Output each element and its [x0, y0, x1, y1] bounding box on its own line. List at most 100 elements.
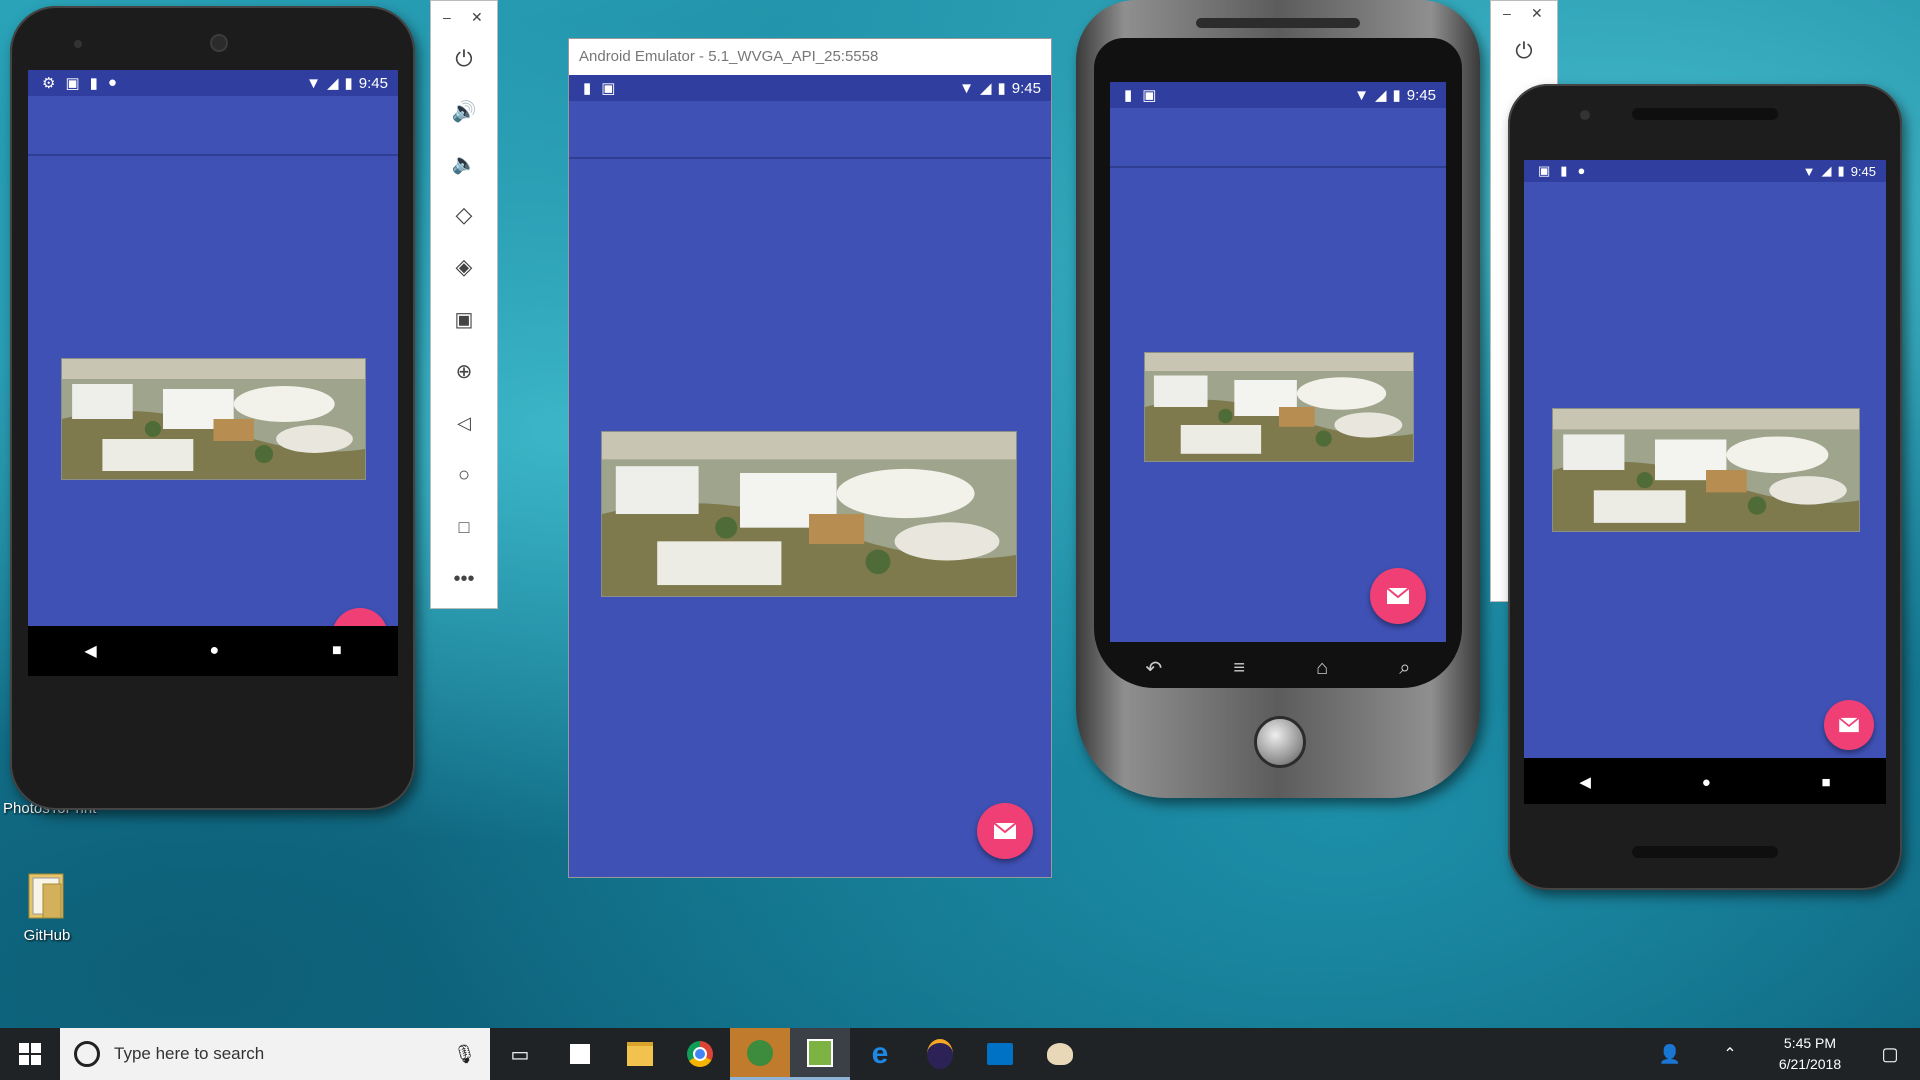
- taskbar: Type here to search 🎙 ▭ e 👤 ⌃ 5:45 PM 6/…: [0, 1028, 1920, 1080]
- campus-photo: [1144, 352, 1414, 462]
- screen: ⚙ ▣ ▮ ● ▼ ◢ ▮ 9:45 ◀ ● ■: [28, 70, 398, 676]
- window-title: Android Emulator - 5.1_WVGA_API_25:5558: [579, 48, 879, 65]
- search-placeholder: Type here to search: [114, 1044, 265, 1063]
- screen: ▣ ▮ ● ▼ ◢ ▮ 9:45: [1524, 160, 1886, 760]
- clock-time: 5:45 PM: [1783, 1035, 1837, 1051]
- wifi-icon: ▼: [1802, 163, 1816, 179]
- eclipse-icon[interactable]: [910, 1028, 970, 1080]
- windows-icon: [19, 1043, 41, 1065]
- home-icon[interactable]: ●: [209, 642, 219, 660]
- power-icon[interactable]: ⏻: [1491, 31, 1557, 71]
- sdcard-icon: ▮: [89, 75, 98, 92]
- emulator-pixel: ▣ ▮ ● ▼ ◢ ▮ 9:45 ◀ ● ■: [1508, 84, 1902, 890]
- sticky-notes-icon[interactable]: [550, 1028, 610, 1080]
- back-icon[interactable]: ◀: [1579, 773, 1591, 791]
- start-button[interactable]: [0, 1028, 60, 1080]
- campus-photo: [1552, 408, 1860, 532]
- power-icon[interactable]: ⏻: [431, 39, 497, 79]
- battery-icon: ▮: [1392, 87, 1401, 104]
- chevron-up-icon[interactable]: ⌃: [1700, 1028, 1760, 1080]
- task-view-icon[interactable]: ▭: [490, 1028, 550, 1080]
- emulator-icon[interactable]: [790, 1028, 850, 1080]
- chrome-icon[interactable]: [670, 1028, 730, 1080]
- back-icon[interactable]: ↶: [1146, 656, 1163, 681]
- status-time: 9:45: [1850, 163, 1876, 179]
- action-center-icon[interactable]: ▢: [1860, 1028, 1920, 1080]
- wifi-icon: ▼: [959, 79, 974, 97]
- home-icon[interactable]: ○: [431, 455, 497, 495]
- nav-bar: ◀ ● ■: [1524, 760, 1886, 804]
- volume-up-icon[interactable]: 🔊: [431, 91, 497, 131]
- email-fab[interactable]: [977, 803, 1033, 859]
- clock-date: 6/21/2018: [1778, 1056, 1842, 1072]
- hardware-keys: ↶ ≡ ⌂ ⌕: [1110, 646, 1446, 690]
- home-icon[interactable]: ●: [1702, 774, 1711, 791]
- sdcard-icon: ▮: [1124, 87, 1133, 104]
- keyboard-icon: ▣: [601, 80, 616, 97]
- menu-icon[interactable]: ≡: [1233, 657, 1245, 680]
- paint-icon[interactable]: [1030, 1028, 1090, 1080]
- email-fab[interactable]: [1824, 700, 1874, 750]
- more-icon[interactable]: •••: [431, 559, 497, 599]
- minimize-icon[interactable]: –: [1503, 5, 1511, 21]
- envelope-icon: [1838, 717, 1860, 733]
- file-explorer-icon[interactable]: [610, 1028, 670, 1080]
- keyboard-icon: ▣: [65, 75, 80, 92]
- edge-icon[interactable]: e: [850, 1028, 910, 1080]
- status-time: 9:45: [1406, 86, 1436, 104]
- signal-icon: ◢: [979, 80, 992, 97]
- overview-icon[interactable]: □: [431, 507, 497, 547]
- search-box[interactable]: Type here to search 🎙: [60, 1028, 490, 1080]
- screen: ▮ ▣ ▼ ◢ ▮ 9:45: [1110, 82, 1446, 642]
- desktop-icon-label: GitHub: [23, 927, 71, 944]
- recents-icon[interactable]: ■: [332, 642, 342, 660]
- volume-down-icon[interactable]: 🔈: [431, 143, 497, 183]
- keyboard-icon: ▣: [1142, 87, 1157, 104]
- minimize-icon[interactable]: –: [443, 9, 451, 25]
- signal-icon: ◢: [326, 75, 339, 92]
- wifi-icon: ▼: [1354, 86, 1369, 104]
- sdcard-icon: ▮: [1560, 163, 1568, 178]
- android-studio-icon[interactable]: [730, 1028, 790, 1080]
- trackball[interactable]: [1254, 716, 1306, 768]
- speaker-top: [1632, 108, 1778, 120]
- back-icon[interactable]: ◀: [84, 641, 96, 661]
- earpiece: [210, 34, 228, 52]
- earpiece: [1196, 18, 1360, 28]
- screen: ▮ ▣ ▼ ◢ ▮ 9:45: [569, 75, 1051, 877]
- rotate-left-icon[interactable]: ◇: [431, 195, 497, 235]
- envelope-icon: [1386, 587, 1410, 604]
- envelope-icon: [993, 822, 1017, 839]
- search-icon[interactable]: ⌕: [1399, 657, 1410, 680]
- close-icon[interactable]: ✕: [471, 9, 483, 26]
- desktop-icon-github[interactable]: GitHub: [12, 870, 82, 952]
- status-time: 9:45: [1011, 79, 1041, 97]
- rotate-right-icon[interactable]: ◈: [431, 247, 497, 287]
- circle-icon: ●: [107, 74, 117, 91]
- people-icon[interactable]: 👤: [1640, 1028, 1700, 1080]
- campus-photo: [61, 358, 366, 480]
- microphone-icon[interactable]: 🎙: [453, 1044, 476, 1065]
- emulator-nexus5: ⚙ ▣ ▮ ● ▼ ◢ ▮ 9:45 ◀ ● ■: [10, 6, 415, 810]
- recents-icon[interactable]: ■: [1822, 774, 1831, 791]
- signal-icon: ◢: [1821, 163, 1832, 178]
- camera-icon[interactable]: ▣: [431, 299, 497, 339]
- camera: [74, 40, 82, 48]
- folder-icon: [28, 873, 64, 919]
- back-icon[interactable]: ◁: [431, 403, 497, 443]
- close-icon[interactable]: ✕: [1531, 5, 1543, 22]
- home-icon[interactable]: ⌂: [1316, 657, 1328, 680]
- keyboard-icon: ▣: [1538, 163, 1551, 178]
- status-time: 9:45: [358, 74, 388, 92]
- email-fab[interactable]: [1370, 568, 1426, 624]
- clock[interactable]: 5:45 PM 6/21/2018: [1760, 1033, 1860, 1075]
- cortana-icon: [74, 1041, 100, 1067]
- battery-icon: ▮: [344, 75, 353, 92]
- sdcard-icon: ▮: [583, 80, 592, 97]
- camera: [1580, 110, 1590, 120]
- signal-icon: ◢: [1374, 87, 1387, 104]
- outlook-icon[interactable]: [970, 1028, 1030, 1080]
- circle-icon: ●: [1577, 163, 1586, 178]
- zoom-icon[interactable]: ⊕: [431, 351, 497, 391]
- emulator-window-wvga: Android Emulator - 5.1_WVGA_API_25:5558 …: [568, 38, 1052, 878]
